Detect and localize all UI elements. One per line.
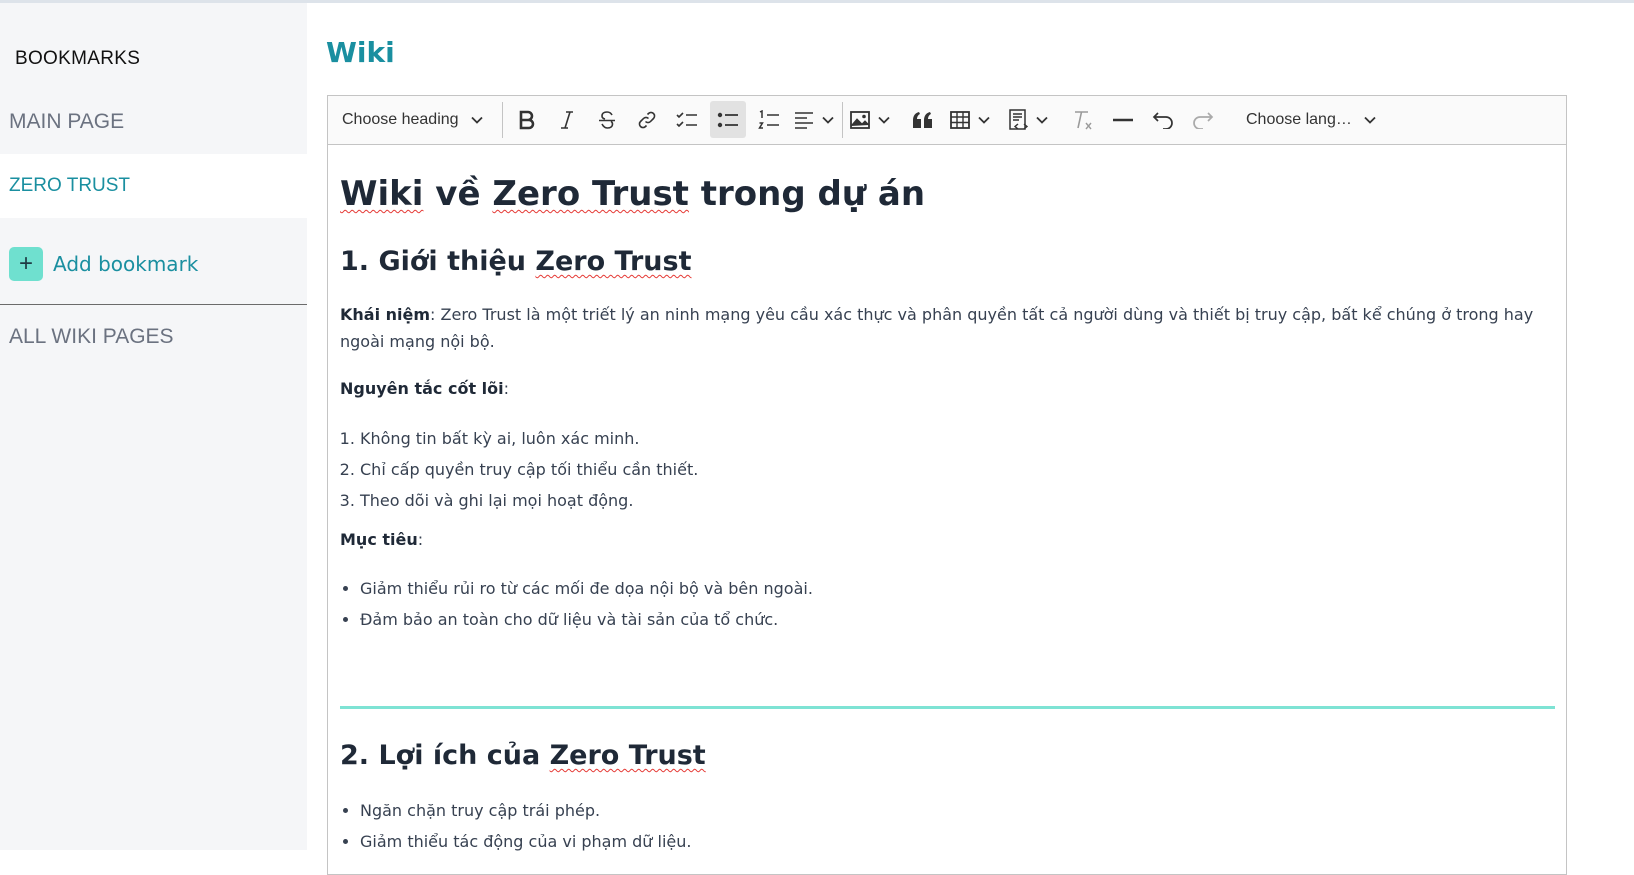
list-item: Giảm thiểu tác động của vi phạm dữ liệu.: [360, 826, 691, 857]
section-2-heading: 2. Lợi ích của Zero Trust: [340, 740, 706, 771]
code-block-dropdown[interactable]: [1008, 101, 1048, 138]
document-title: Wiki về Zero Trust trong dự án: [340, 174, 926, 214]
numbered-list-icon: [758, 109, 779, 129]
sidebar-item-all-wiki-pages[interactable]: ALL WIKI PAGES: [0, 305, 307, 369]
list-item: Chỉ cấp quyền truy cập tối thiểu cần thi…: [360, 454, 698, 485]
strikethrough-icon: [599, 110, 615, 129]
benefits-list: Ngăn chặn truy cập trái phép. Giảm thiểu…: [340, 795, 691, 857]
chevron-down-icon: [470, 116, 483, 124]
todo-list-icon: [676, 111, 697, 127]
add-bookmark-label: Add bookmark: [53, 252, 199, 276]
undo-icon: [1152, 111, 1173, 129]
concept-text: : Zero Trust là một triết lý an ninh mạn…: [340, 305, 1534, 351]
table-icon: [950, 110, 970, 129]
todo-list-button[interactable]: [670, 101, 704, 138]
numbered-list-button[interactable]: [752, 101, 786, 138]
bulleted-list-icon: [717, 112, 738, 127]
sidebar-item-main-page[interactable]: MAIN PAGE: [0, 90, 307, 154]
goals-colon: :: [417, 530, 424, 549]
code-language-dropdown[interactable]: Choose lang…: [1246, 101, 1376, 138]
image-dropdown[interactable]: [850, 101, 890, 138]
bold-icon: [519, 110, 535, 129]
alignment-dropdown[interactable]: [794, 101, 834, 138]
sidebar-item-zero-trust[interactable]: ZERO TRUST: [0, 154, 307, 218]
heading-dropdown-label: Choose heading: [342, 110, 459, 128]
image-icon: [850, 110, 870, 129]
align-left-icon: [795, 111, 813, 129]
list-item: Đảm bảo an toàn cho dữ liệu và tài sản c…: [360, 604, 813, 635]
page-title: Wiki: [326, 36, 395, 69]
concept-paragraph: Khái niệm: Zero Trust là một triết lý an…: [340, 301, 1555, 355]
goals-list: Giảm thiểu rủi ro từ các mối đe dọa nội …: [340, 573, 813, 635]
table-dropdown[interactable]: [950, 101, 990, 138]
chevron-down-icon: [1036, 116, 1048, 124]
toolbar-separator: [842, 102, 843, 138]
principles-label: Nguyên tắc cốt lõi: [340, 379, 504, 398]
redo-icon: [1193, 111, 1214, 129]
list-item: Theo dõi và ghi lại mọi hoạt động.: [360, 485, 698, 516]
goals-label: Mục tiêu: [340, 530, 418, 549]
redo-button[interactable]: [1186, 101, 1220, 138]
section-1-heading: 1. Giới thiệu Zero Trust: [340, 246, 692, 277]
link-icon: [638, 111, 656, 128]
concept-label: Khái niệm: [340, 305, 431, 324]
remove-format-button[interactable]: [1066, 101, 1100, 138]
list-item: Không tin bất kỳ ai, luôn xác minh.: [360, 423, 698, 454]
principles-paragraph: Nguyên tắc cốt lõi:: [340, 375, 1555, 402]
code-block-icon: [1009, 108, 1029, 130]
heading-dropdown[interactable]: Choose heading: [342, 101, 483, 138]
editor-toolbar: Choose heading Choose lang…: [328, 96, 1566, 145]
link-button[interactable]: [630, 101, 664, 138]
chevron-down-icon: [822, 116, 834, 124]
code-language-label: Choose lang…: [1246, 110, 1352, 128]
rich-text-editor[interactable]: Choose heading Choose lang… Wiki về Zero…: [327, 95, 1567, 875]
bookmarks-title: BOOKMARKS: [15, 48, 141, 69]
italic-icon: [561, 110, 573, 129]
plus-icon: +: [9, 247, 43, 281]
remove-format-icon: [1075, 110, 1092, 129]
bold-button[interactable]: [510, 101, 544, 138]
chevron-down-icon: [878, 116, 890, 124]
sidebar: BOOKMARKS MAIN PAGE ZERO TRUST + Add boo…: [0, 3, 307, 850]
strikethrough-button[interactable]: [590, 101, 624, 138]
horizontal-line-icon: [1113, 118, 1133, 121]
block-quote-button[interactable]: [906, 101, 940, 138]
principles-list: Không tin bất kỳ ai, luôn xác minh. Chỉ …: [340, 423, 698, 516]
undo-button[interactable]: [1146, 101, 1180, 138]
toolbar-separator: [502, 102, 503, 138]
chevron-down-icon: [978, 116, 990, 124]
chevron-down-icon: [1364, 116, 1376, 124]
list-item: Giảm thiểu rủi ro từ các mối đe dọa nội …: [360, 573, 813, 604]
italic-button[interactable]: [550, 101, 584, 138]
goals-paragraph: Mục tiêu:: [340, 526, 1555, 553]
quote-icon: [913, 111, 932, 128]
bulleted-list-button[interactable]: [710, 101, 746, 138]
horizontal-rule: [340, 706, 1555, 709]
principles-colon: :: [503, 379, 510, 398]
add-bookmark-button[interactable]: + Add bookmark: [9, 247, 198, 281]
list-item: Ngăn chặn truy cập trái phép.: [360, 795, 691, 826]
horizontal-line-button[interactable]: [1106, 101, 1140, 138]
